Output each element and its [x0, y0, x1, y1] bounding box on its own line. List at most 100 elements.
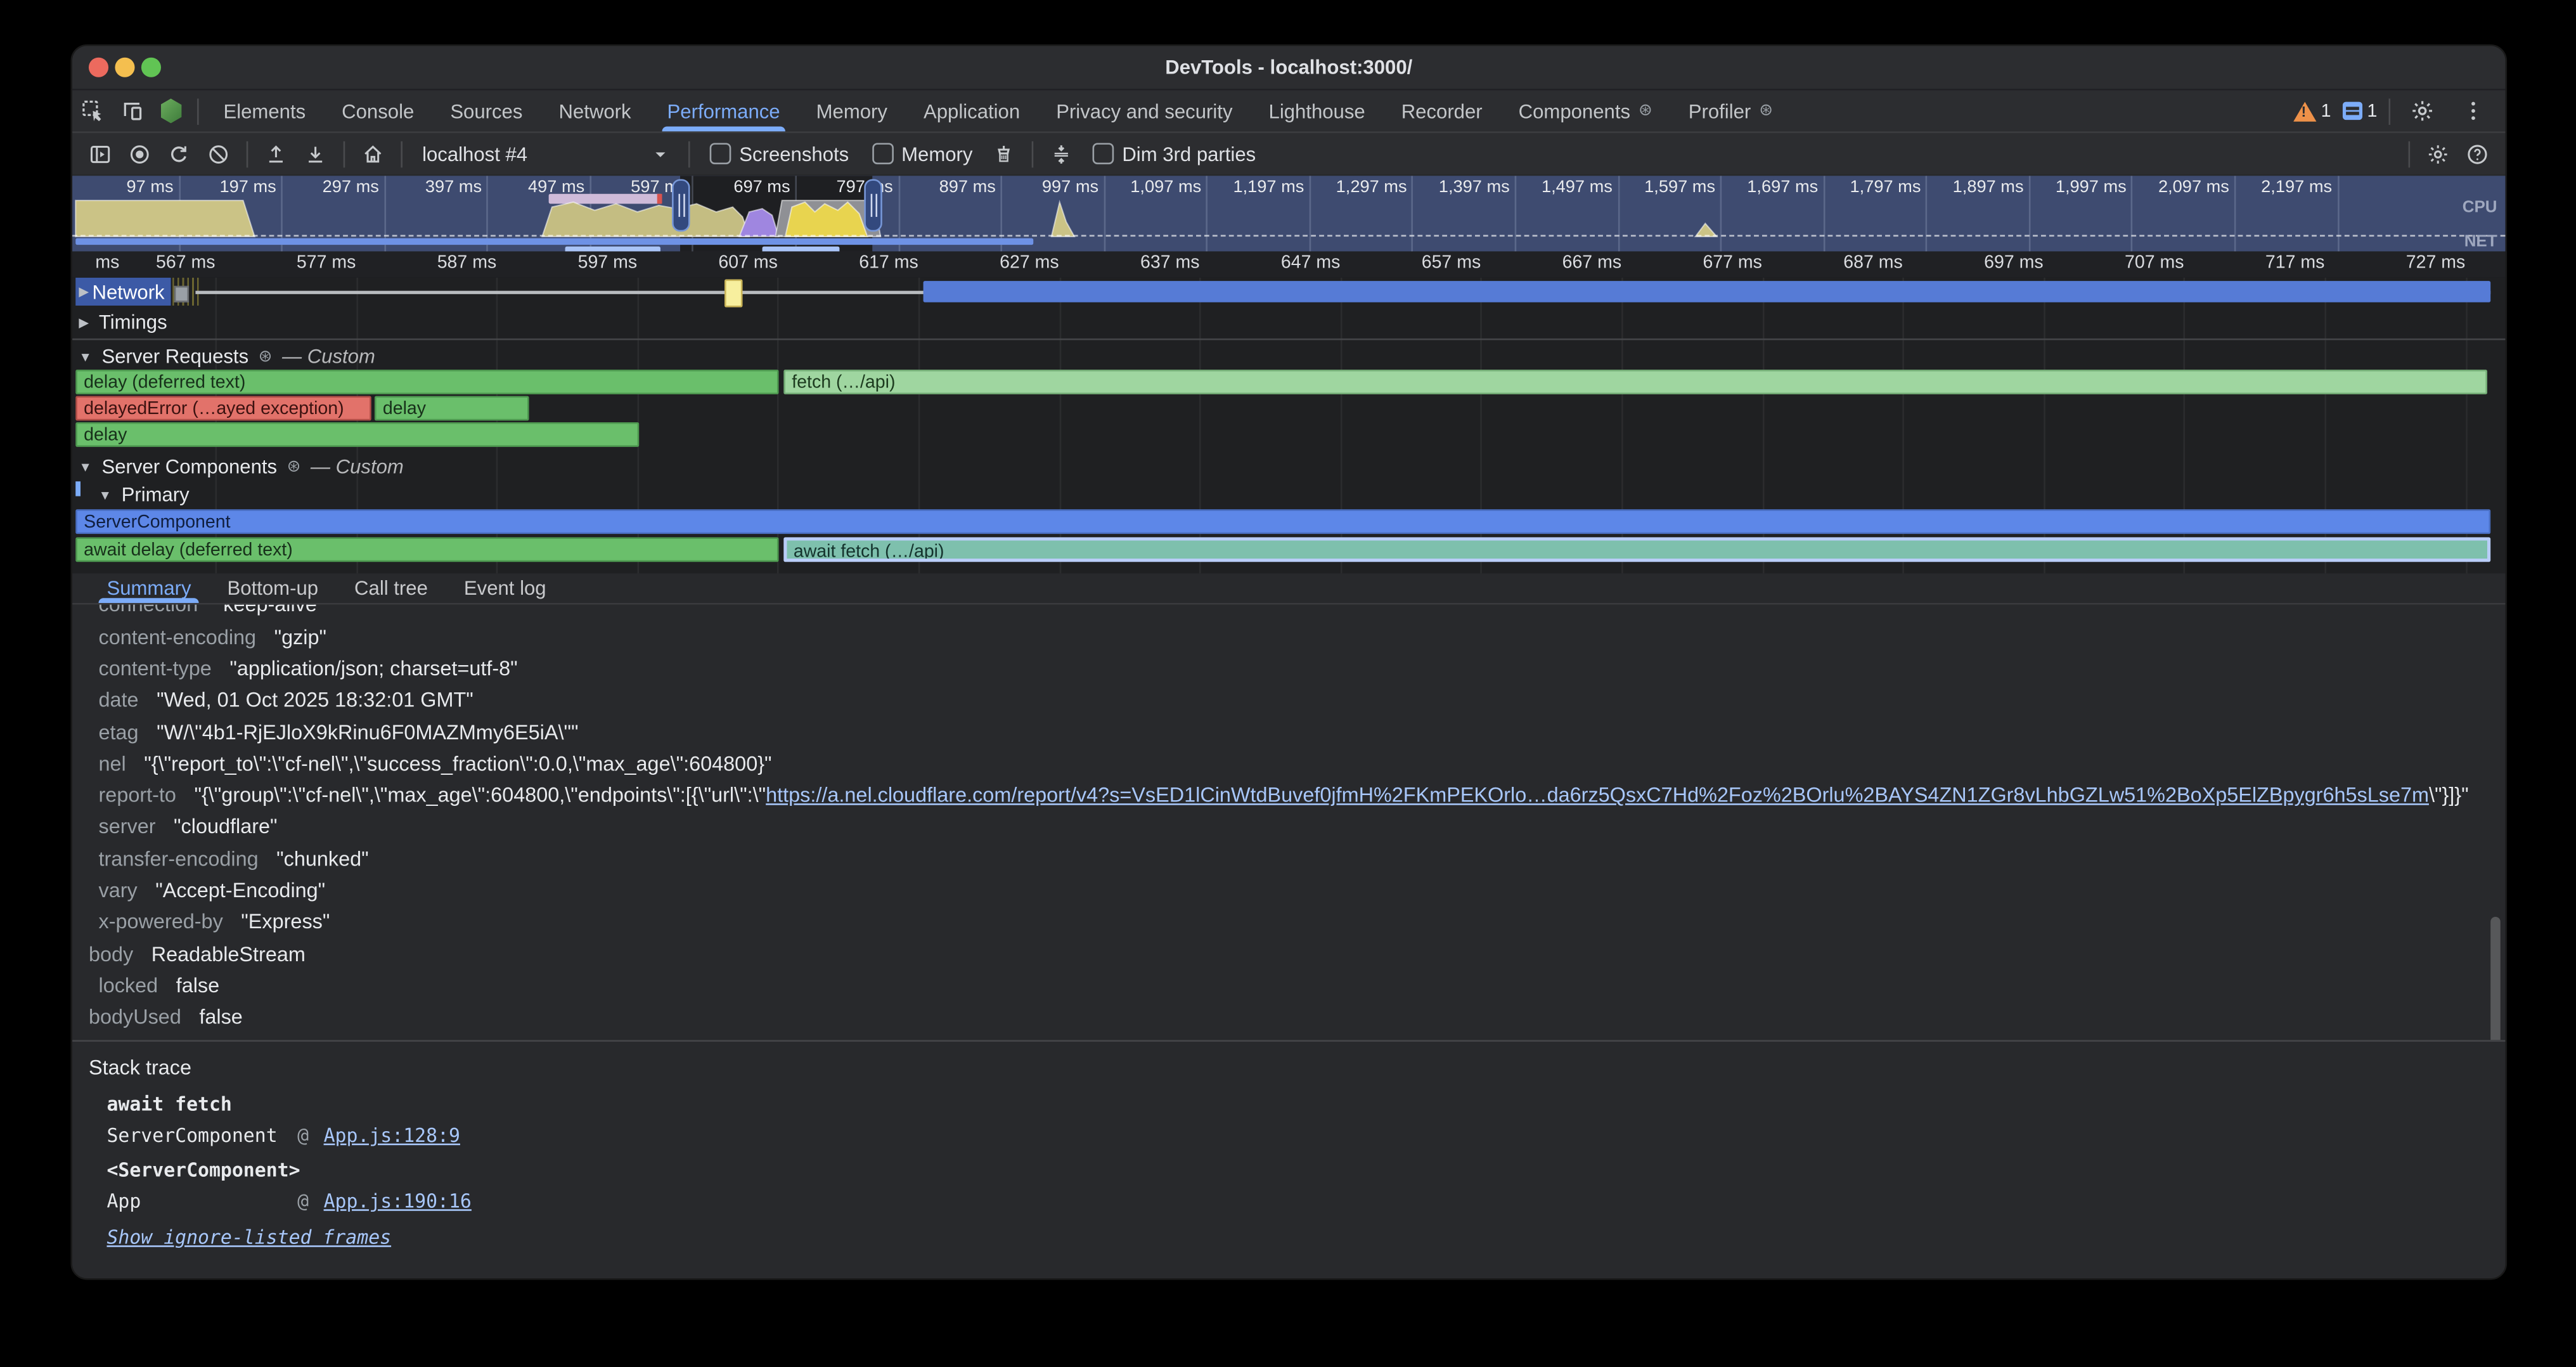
- devtools-window: DevTools - localhost:3000/ Elements Conso…: [70, 44, 2507, 1280]
- cpu-activity-shape: [1052, 202, 1074, 236]
- checkbox-box: [1093, 143, 1114, 164]
- inspect-icon[interactable]: [72, 94, 112, 127]
- tab-label: Memory: [816, 100, 887, 122]
- checkbox-box: [710, 143, 731, 164]
- tab-lighthouse[interactable]: Lighthouse: [1251, 91, 1383, 132]
- kebab-menu-icon[interactable]: [2453, 94, 2492, 127]
- track-timings[interactable]: ▶ Timings: [79, 311, 167, 334]
- collapse-arrow-icon: ▼: [79, 459, 92, 474]
- details-tab-bottom-up[interactable]: Bottom-up: [209, 573, 337, 603]
- overview-network-bar: [763, 245, 840, 251]
- event-bar[interactable]: await fetch (…/api): [783, 537, 2490, 562]
- tab-memory[interactable]: Memory: [798, 91, 905, 132]
- dim-3rd-parties-checkbox[interactable]: Dim 3rd parties: [1083, 142, 1266, 165]
- tab-sources[interactable]: Sources: [432, 91, 541, 132]
- event-bar[interactable]: delay (deferred text): [75, 370, 778, 394]
- message-icon: [2343, 102, 2362, 120]
- tab-application[interactable]: Application: [905, 91, 1038, 132]
- track-network[interactable]: ▶ Network: [75, 278, 171, 306]
- tab-label: Recorder: [1401, 100, 1483, 122]
- divider: [2409, 141, 2411, 167]
- divider: [197, 98, 199, 124]
- show-ignore-listed-frames-link[interactable]: Show ignore-listed frames: [106, 1226, 391, 1248]
- network-request-bar[interactable]: [924, 281, 2491, 302]
- ruler-tick-label: 677 ms: [1703, 253, 1762, 273]
- header-key: transfer-encoding: [99, 847, 259, 870]
- event-bar[interactable]: await delay (deferred text): [75, 537, 778, 562]
- clear-icon[interactable]: [200, 137, 236, 170]
- event-bar[interactable]: delay: [375, 396, 529, 421]
- header-key: connection: [99, 605, 198, 617]
- summary-row: bodyReadableStream: [72, 939, 2505, 971]
- tab-label: Application: [924, 100, 1020, 122]
- tab-elements[interactable]: Elements: [205, 91, 324, 132]
- track-server-requests[interactable]: ▼ Server Requests ⊛ — Custom: [79, 345, 375, 368]
- settings-gear-icon[interactable]: [2402, 94, 2441, 127]
- home-icon[interactable]: [355, 137, 391, 170]
- summary-row: transfer-encoding "chunked": [72, 844, 2505, 876]
- scrollbar-thumb[interactable]: [2490, 917, 2501, 1040]
- group-primary[interactable]: ▼ Primary: [99, 483, 190, 506]
- track-server-components[interactable]: ▼ Server Components ⊛ — Custom: [79, 455, 403, 478]
- issues-warning-badge[interactable]: 1: [2293, 101, 2331, 120]
- header-key: content-encoding: [99, 625, 257, 648]
- tab-label: Console: [342, 100, 414, 122]
- network-event-marker[interactable]: [724, 280, 743, 308]
- timeline-overview[interactable]: 97 ms197 ms297 ms397 ms497 ms597 ms697 m…: [72, 176, 2505, 251]
- node-icon[interactable]: [151, 94, 190, 127]
- ruler-tick-label: 567 ms: [156, 253, 216, 273]
- event-bar[interactable]: delayedError (…ayed exception): [75, 396, 371, 421]
- event-bar[interactable]: fetch (…/api): [783, 370, 2487, 394]
- divider: [401, 141, 402, 167]
- expand-arrow-icon: ▶: [79, 284, 89, 299]
- collect-garbage-icon[interactable]: [986, 137, 1022, 170]
- ruler-tick-label: 627 ms: [1000, 253, 1059, 273]
- event-bar[interactable]: ServerComponent: [75, 509, 2490, 534]
- tab-performance[interactable]: Performance: [649, 91, 798, 132]
- console-messages-badge[interactable]: 1: [2343, 101, 2378, 120]
- tab-console[interactable]: Console: [324, 91, 432, 132]
- download-profile-icon[interactable]: [297, 137, 333, 170]
- header-value: "Express": [241, 910, 330, 933]
- report-to-link[interactable]: https://a.nel.cloudflare.com/report/v4?s…: [766, 784, 2429, 807]
- details-tabbar: SummaryBottom-upCall treeEvent log: [72, 573, 2505, 604]
- ruler-tick-label: 697 ms: [1984, 253, 2044, 273]
- ruler-tick-label: 687 ms: [1843, 253, 1903, 273]
- header-value: "chunked": [276, 847, 369, 870]
- tab-network[interactable]: Network: [541, 91, 649, 132]
- event-bar[interactable]: delay: [75, 422, 639, 447]
- header-key: nel: [99, 752, 126, 775]
- record-icon[interactable]: [122, 137, 158, 170]
- stack-trace-section: Stack trace await fetchServerComponent@A…: [72, 1040, 2505, 1278]
- frame-function: ServerComponent: [106, 1124, 277, 1146]
- details-tab-event-log[interactable]: Event log: [446, 573, 564, 603]
- devtools-tabbar: Elements Console SourcesNetworkPerformance…: [72, 91, 2505, 133]
- details-tab-call-tree[interactable]: Call tree: [337, 573, 446, 603]
- screenshots-checkbox[interactable]: Screenshots: [700, 142, 859, 165]
- device-toolbar-icon[interactable]: [112, 94, 151, 127]
- memory-checkbox[interactable]: Memory: [862, 142, 982, 165]
- frame-source-link[interactable]: App.js:190:16: [324, 1189, 472, 1212]
- toggle-sidebar-icon[interactable]: [82, 137, 119, 170]
- record-and-reload-icon[interactable]: [161, 137, 197, 170]
- upload-profile-icon[interactable]: [258, 137, 294, 170]
- help-icon[interactable]: [2459, 137, 2496, 170]
- ruler-tick-label: 617 ms: [859, 253, 918, 273]
- cpu-activity-shape: [542, 202, 749, 236]
- header-value: "Wed, 01 Oct 2025 18:32:01 GMT": [157, 689, 473, 711]
- network-track-grip[interactable]: [174, 286, 189, 302]
- frame-source-link[interactable]: App.js:128:9: [324, 1124, 460, 1146]
- tab-components[interactable]: Components⊛: [1500, 91, 1670, 132]
- details-tab-summary[interactable]: Summary: [89, 573, 209, 603]
- tab-privacy-and-security[interactable]: Privacy and security: [1038, 91, 1251, 132]
- selection-handle-right[interactable]: [864, 179, 882, 231]
- tab-recorder[interactable]: Recorder: [1383, 91, 1500, 132]
- titlebar: DevTools - localhost:3000/: [72, 46, 2505, 91]
- history-select[interactable]: localhost #4: [413, 142, 679, 165]
- collapse-timeline-icon[interactable]: [1043, 137, 1079, 170]
- ruler-tick-label: 577 ms: [297, 253, 356, 273]
- capture-settings-gear-icon[interactable]: [2420, 137, 2456, 170]
- tab-profiler[interactable]: Profiler⊛: [1670, 91, 1791, 132]
- selection-handle-left[interactable]: [672, 179, 690, 231]
- overview-network-bar: [75, 237, 1033, 245]
